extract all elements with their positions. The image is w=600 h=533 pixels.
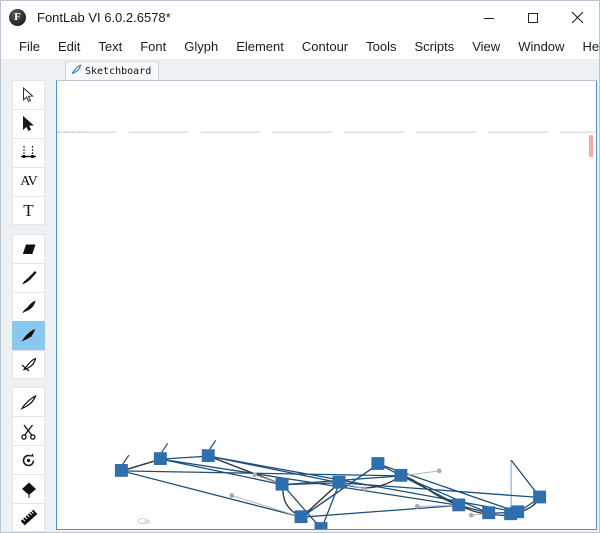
- rapid-pen-icon: [20, 298, 38, 315]
- tab-sketchboard-label: Sketchboard: [85, 65, 152, 77]
- canvas-drawing[interactable]: [57, 81, 596, 529]
- metrics-icon: [20, 145, 37, 161]
- node-point: [275, 477, 289, 491]
- paint-bucket-icon: [20, 481, 38, 498]
- rotate-magnet-icon: [20, 452, 37, 469]
- tab-sketchboard[interactable]: Sketchboard: [65, 61, 160, 80]
- menu-item-text[interactable]: Text: [89, 34, 131, 59]
- tool-group-selection: AV T: [12, 80, 45, 225]
- knife-icon: [19, 394, 38, 411]
- node-point: [314, 522, 328, 529]
- application-window: F FontLab VI 6.0.2.6578* File Edit Text …: [0, 0, 600, 533]
- node-point: [201, 449, 215, 463]
- title-bar: F FontLab VI 6.0.2.6578*: [1, 1, 599, 34]
- eraser-tool[interactable]: [12, 233, 45, 263]
- maximize-button[interactable]: [511, 1, 555, 34]
- node-point: [504, 507, 518, 521]
- brush-tool[interactable]: [12, 262, 45, 292]
- kerning-tool[interactable]: AV: [12, 167, 45, 196]
- window-title: FontLab VI 6.0.2.6578*: [37, 10, 171, 25]
- loop-mark-icon: [137, 518, 151, 525]
- scissors-icon: [20, 423, 37, 440]
- menu-item-contour[interactable]: Contour: [293, 34, 357, 59]
- pencil-tool[interactable]: [12, 320, 45, 350]
- node-point: [332, 475, 346, 489]
- menu-item-window[interactable]: Window: [509, 34, 573, 59]
- menu-item-edit[interactable]: Edit: [49, 34, 89, 59]
- workspace: AV T Sketchboard: [1, 59, 599, 532]
- direct-select-tool[interactable]: [12, 109, 45, 138]
- node-point: [153, 452, 167, 465]
- menu-item-font[interactable]: Font: [131, 34, 175, 59]
- menu-item-file[interactable]: File: [10, 34, 49, 59]
- guides-layer: [57, 131, 596, 519]
- contour-strokes-layer: [121, 455, 541, 529]
- paint-bucket-tool[interactable]: [12, 474, 45, 503]
- text-tool[interactable]: T: [12, 196, 45, 225]
- editor-panel: Sketchboard: [56, 59, 599, 532]
- nodes-layer[interactable]: [114, 449, 547, 529]
- kerning-av-icon: AV: [20, 174, 37, 189]
- node-point: [452, 498, 466, 512]
- rapid-tool[interactable]: [12, 291, 45, 321]
- node-point: [482, 506, 496, 520]
- rotate-tool[interactable]: [12, 445, 45, 474]
- menu-item-element[interactable]: Element: [227, 34, 293, 59]
- measure-tool[interactable]: [12, 503, 45, 532]
- tool-group-edit: [12, 387, 45, 532]
- knife-tool[interactable]: [12, 387, 45, 416]
- text-t-icon: T: [23, 201, 34, 220]
- menu-item-glyph[interactable]: Glyph: [175, 34, 227, 59]
- menu-item-tools[interactable]: Tools: [357, 34, 405, 59]
- scissors-tool[interactable]: [12, 416, 45, 445]
- node-point: [294, 510, 308, 524]
- tab-strip: Sketchboard: [56, 59, 599, 80]
- metrics-tool[interactable]: [12, 138, 45, 167]
- window-controls: [467, 1, 599, 34]
- tool-palette: AV T: [1, 59, 56, 532]
- pen-slash-icon: [20, 356, 38, 373]
- menu-item-help[interactable]: Help: [573, 34, 600, 59]
- close-button[interactable]: [555, 1, 599, 34]
- scissors-pen-tool[interactable]: [12, 349, 45, 379]
- sketchboard-canvas[interactable]: [56, 80, 597, 530]
- app-logo-icon: F: [9, 9, 26, 26]
- cursor-filled-icon: [21, 116, 36, 132]
- tool-group-drawing: [12, 233, 45, 379]
- menu-bar: File Edit Text Font Glyph Element Contou…: [1, 34, 600, 59]
- cursor-outline-icon: [21, 87, 36, 103]
- ruler-icon: [20, 509, 38, 526]
- minimize-button[interactable]: [467, 1, 511, 34]
- pen-icon: [71, 62, 82, 80]
- select-arrow-tool[interactable]: [12, 80, 45, 109]
- node-point: [394, 468, 408, 482]
- brush-icon: [20, 269, 38, 286]
- menu-item-view[interactable]: View: [463, 34, 509, 59]
- eraser-icon: [20, 242, 38, 256]
- node-point: [114, 464, 128, 477]
- pencil-nib-icon: [19, 327, 38, 344]
- node-point: [533, 490, 547, 504]
- node-point: [371, 457, 385, 470]
- menu-item-scripts[interactable]: Scripts: [406, 34, 464, 59]
